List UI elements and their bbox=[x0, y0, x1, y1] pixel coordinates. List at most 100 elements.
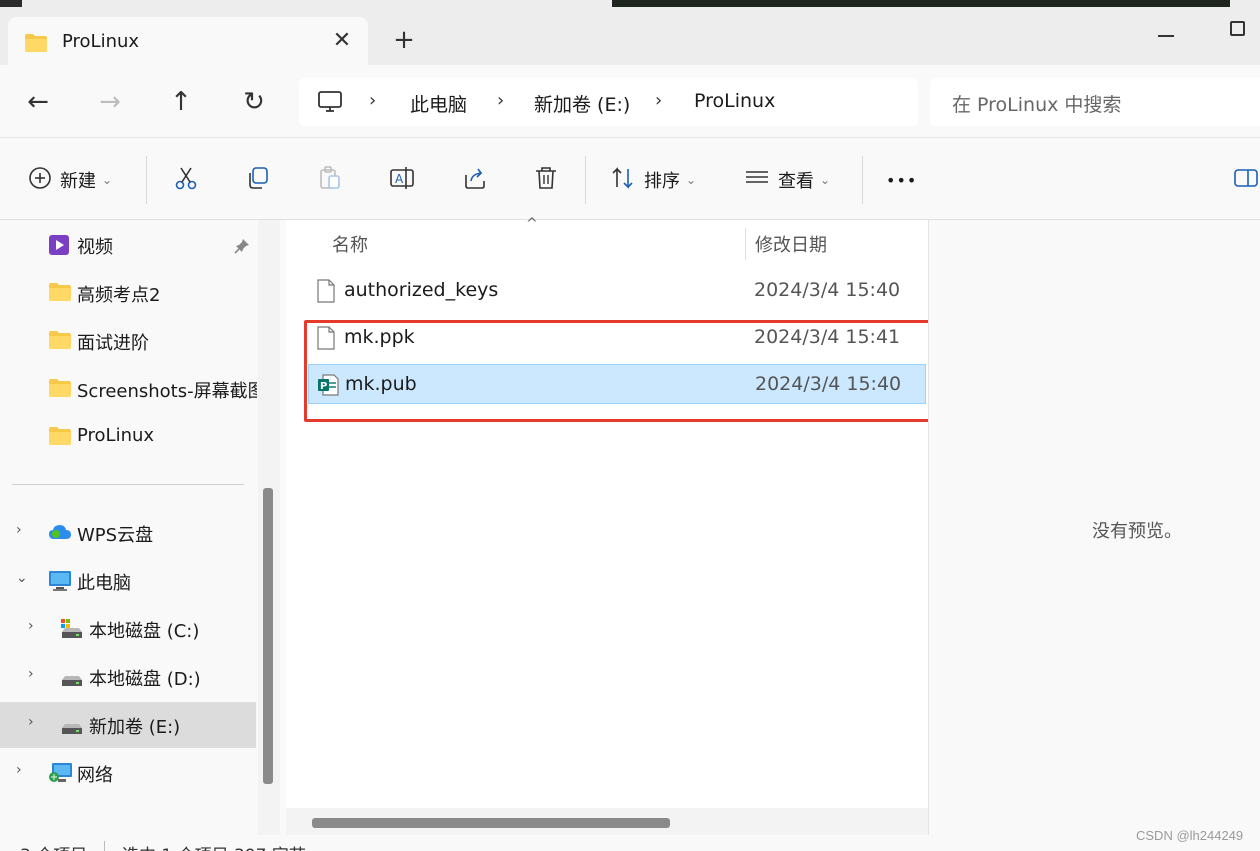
breadcrumb-drive-e[interactable]: 新加卷 (E:) bbox=[534, 90, 630, 117]
toolbar-divider bbox=[146, 156, 147, 204]
chevron-right-icon[interactable]: › bbox=[16, 522, 22, 538]
folder-icon bbox=[48, 378, 72, 403]
chevron-down-icon: ⌄ bbox=[820, 173, 831, 187]
sidebar-item-folder[interactable]: 面试进阶 bbox=[0, 318, 256, 364]
toolbar-divider bbox=[585, 156, 586, 204]
status-selection: 选中 1 个项目 397 字节 bbox=[122, 841, 306, 851]
file-modified-date: 2024/3/4 15:40 bbox=[754, 279, 901, 301]
cut-button[interactable] bbox=[173, 162, 199, 198]
breadcrumb-prolinux[interactable]: ProLinux bbox=[694, 90, 775, 112]
status-bar: 3 个项目 选中 1 个项目 397 字节 bbox=[0, 835, 1260, 851]
chevron-right-icon[interactable]: › bbox=[28, 714, 34, 730]
maximize-icon[interactable] bbox=[1230, 21, 1245, 36]
network-icon bbox=[48, 762, 74, 789]
column-header-modified[interactable]: 修改日期 bbox=[755, 231, 827, 273]
copy-button[interactable] bbox=[245, 162, 271, 198]
file-icon bbox=[316, 279, 336, 308]
drive-icon bbox=[60, 666, 84, 693]
share-button[interactable] bbox=[462, 162, 488, 198]
breadcrumb-separator[interactable]: › bbox=[655, 90, 662, 111]
navigation-pane: 视频 高频考点2 面试进阶 Screenshots-屏幕截图 ProLinux … bbox=[0, 220, 286, 835]
new-button[interactable]: 新建 ⌄ bbox=[28, 162, 112, 198]
folder-icon bbox=[48, 282, 72, 307]
sidebar-item-label: 网络 bbox=[77, 765, 113, 786]
clipboard-icon bbox=[317, 165, 343, 196]
chevron-right-icon[interactable]: › bbox=[28, 666, 34, 682]
back-button[interactable]: ← bbox=[20, 85, 56, 121]
sidebar-item-network[interactable]: › 网络 bbox=[0, 750, 256, 796]
chevron-down-icon[interactable]: ⌄ bbox=[16, 570, 28, 586]
top-strip bbox=[0, 0, 1260, 7]
sidebar-item-label: ProLinux bbox=[77, 425, 155, 446]
sidebar-item-drive-c[interactable]: › 本地磁盘 (C:) bbox=[0, 606, 256, 652]
chevron-down-icon: ⌄ bbox=[686, 173, 697, 187]
folder-icon bbox=[48, 330, 72, 355]
computer-icon bbox=[317, 90, 343, 119]
trash-icon bbox=[533, 165, 559, 196]
title-bar: ProLinux ✕ + bbox=[0, 7, 1260, 69]
no-preview-message: 没有预览。 bbox=[1092, 521, 1182, 542]
drive-icon bbox=[60, 618, 84, 645]
navigation-bar: ← → ↑ ↻ › 此电脑 › 新加卷 (E:) › ProLinux 在 Pr… bbox=[0, 65, 1260, 137]
pin-icon[interactable] bbox=[234, 238, 250, 259]
search-input[interactable]: 在 ProLinux 中搜索 bbox=[930, 78, 1260, 126]
toolbar-divider bbox=[862, 156, 863, 204]
details-pane-button[interactable] bbox=[1233, 162, 1259, 198]
view-label: 查看 bbox=[778, 171, 814, 192]
sidebar-item-this-pc[interactable]: ⌄ 此电脑 bbox=[0, 558, 256, 604]
sidebar-divider bbox=[12, 484, 244, 485]
sidebar-item-drive-d[interactable]: › 本地磁盘 (D:) bbox=[0, 654, 256, 700]
horizontal-scrollbar-thumb[interactable] bbox=[312, 818, 670, 828]
pane-icon bbox=[1233, 165, 1259, 196]
rename-button[interactable]: A bbox=[389, 162, 415, 198]
column-divider[interactable] bbox=[745, 228, 746, 260]
close-icon[interactable]: ✕ bbox=[328, 27, 356, 55]
sort-button[interactable]: 排序 ⌄ bbox=[610, 162, 696, 198]
watermark: CSDN @lh244249 bbox=[1136, 828, 1244, 843]
sidebar-item-drive-e[interactable]: › 新加卷 (E:) bbox=[0, 702, 256, 748]
folder-icon bbox=[24, 33, 48, 58]
status-divider bbox=[104, 841, 105, 851]
breadcrumb-this-pc[interactable]: 此电脑 bbox=[410, 90, 467, 117]
status-item-count: 3 个项目 bbox=[20, 841, 87, 851]
sort-label: 排序 bbox=[644, 171, 680, 192]
up-button[interactable]: ↑ bbox=[163, 85, 199, 121]
minimize-icon[interactable] bbox=[1158, 35, 1174, 37]
address-bar[interactable]: › 此电脑 › 新加卷 (E:) › ProLinux bbox=[299, 78, 918, 126]
share-icon bbox=[462, 165, 488, 196]
forward-button[interactable]: → bbox=[92, 85, 128, 121]
folder-icon bbox=[48, 426, 72, 451]
sidebar-item-screenshots[interactable]: Screenshots-屏幕截图 bbox=[0, 366, 257, 412]
new-label: 新建 bbox=[60, 171, 96, 192]
sidebar-item-videos[interactable]: 视频 bbox=[0, 222, 256, 268]
sidebar-scrollbar-thumb[interactable] bbox=[263, 488, 273, 784]
breadcrumb-separator[interactable]: › bbox=[369, 90, 376, 111]
breadcrumb-separator[interactable]: › bbox=[497, 90, 504, 111]
computer-icon bbox=[48, 570, 72, 597]
chevron-right-icon[interactable]: › bbox=[28, 618, 34, 634]
chevron-right-icon[interactable]: › bbox=[16, 762, 22, 778]
paste-button[interactable] bbox=[317, 162, 343, 198]
cloud-icon bbox=[48, 522, 72, 547]
sidebar-item-label: 高频考点2 bbox=[77, 285, 161, 306]
sidebar-item-wps-cloud[interactable]: › WPS云盘 bbox=[0, 510, 256, 556]
view-button[interactable]: 查看 ⌄ bbox=[744, 162, 830, 198]
sidebar-item-prolinux[interactable]: ProLinux bbox=[0, 414, 256, 460]
sidebar-item-label: 视频 bbox=[77, 237, 113, 258]
sidebar-item-folder[interactable]: 高频考点2 bbox=[0, 270, 256, 316]
drive-icon bbox=[60, 714, 84, 741]
tab-prolinux[interactable]: ProLinux ✕ bbox=[8, 17, 368, 69]
more-options-button[interactable]: ••• bbox=[886, 162, 917, 198]
command-bar: 新建 ⌄ A 排序 ⌄ 查看 ⌄ ••• bbox=[0, 137, 1260, 220]
delete-button[interactable] bbox=[533, 162, 559, 198]
column-header-name[interactable]: 名称 bbox=[332, 231, 368, 273]
sidebar-item-label: WPS云盘 bbox=[77, 525, 154, 546]
new-tab-button[interactable]: + bbox=[388, 25, 420, 57]
preview-pane: 没有预览。 bbox=[928, 220, 1260, 835]
chevron-down-icon: ⌄ bbox=[102, 173, 113, 187]
file-row-authorized-keys[interactable]: authorized_keys 2024/3/4 15:40 bbox=[308, 271, 926, 311]
refresh-button[interactable]: ↻ bbox=[236, 85, 272, 121]
plus-circle-icon bbox=[28, 166, 52, 195]
background-window-edge bbox=[612, 0, 1230, 7]
tab-title: ProLinux bbox=[62, 31, 140, 52]
